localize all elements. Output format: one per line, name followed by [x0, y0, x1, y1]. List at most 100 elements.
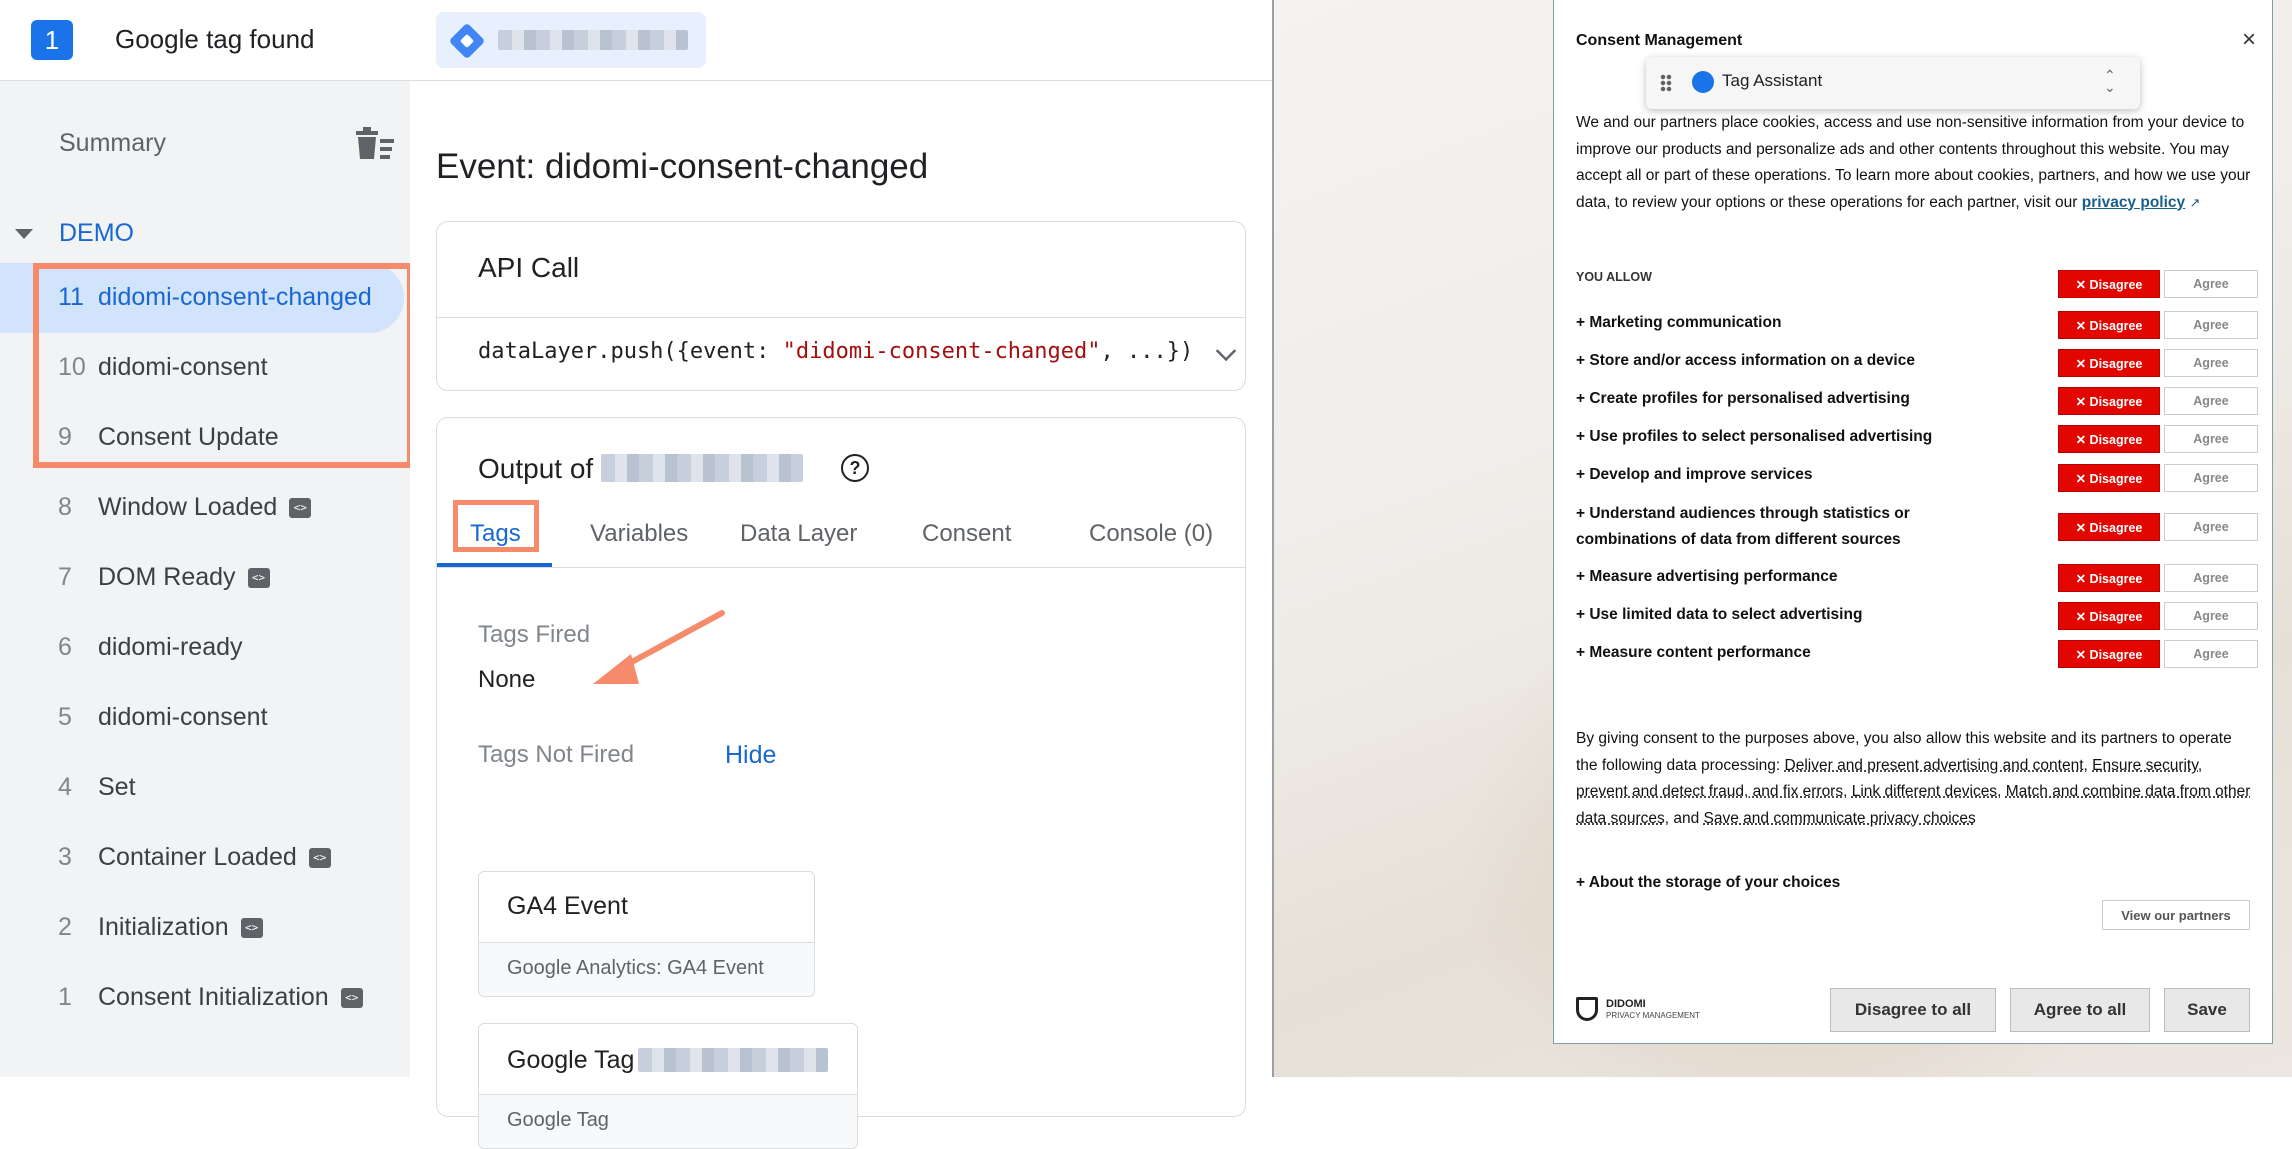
- event-item[interactable]: 8 Window Loaded <>: [0, 473, 410, 543]
- disagree-button[interactable]: ✕ Disagree: [2058, 349, 2160, 377]
- output-card: Output of ? Tags Variables Data Layer Co…: [436, 417, 1246, 1149]
- tab-consent[interactable]: Consent: [922, 520, 1011, 548]
- event-name: Initialization: [98, 913, 229, 941]
- container-chip[interactable]: [436, 12, 706, 68]
- agree-button[interactable]: Agree: [2164, 270, 2258, 298]
- disagree-button[interactable]: ✕ Disagree: [2058, 602, 2160, 630]
- expand-collapse-icon[interactable]: ⌃ ⌄: [2104, 68, 2116, 94]
- storage-toggle[interactable]: + About the storage of your choices: [1576, 874, 1840, 892]
- summary-link[interactable]: Summary: [59, 129, 166, 158]
- purpose-item[interactable]: + Marketing communication: [1576, 310, 2056, 336]
- data-processing-link[interactable]: Save and communicate privacy choices: [1704, 810, 1976, 827]
- purpose-item[interactable]: + Use profiles to select personalised ad…: [1576, 424, 2056, 450]
- tag-card-title: GA4 Event: [507, 892, 628, 920]
- sidebar: Summary DEMO 11 didomi-consent-changed 10 d…: [0, 81, 410, 1077]
- agree-button[interactable]: Agree: [2164, 513, 2258, 541]
- didomi-logo: DIDOMI PRIVACY MANAGEMENT: [1576, 995, 1716, 1025]
- event-item[interactable]: 7 DOM Ready <>: [0, 543, 410, 613]
- tag-card-subtitle: Google Analytics: GA4 Event: [479, 942, 814, 996]
- view-partners-button[interactable]: View our partners: [2102, 900, 2250, 930]
- chevron-down-icon[interactable]: [1215, 340, 1237, 362]
- purpose-item[interactable]: + Store and/or access information on a d…: [1576, 348, 2056, 374]
- disagree-to-all-button[interactable]: Disagree to all: [1830, 988, 1996, 1032]
- disagree-button[interactable]: ✕ Disagree: [2058, 564, 2160, 592]
- redacted-tag-id: [638, 1048, 829, 1072]
- purpose-item[interactable]: + Measure advertising performance: [1576, 564, 2056, 590]
- tab-console[interactable]: Console (0): [1089, 520, 1213, 548]
- data-processing-link[interactable]: Deliver and present advertising and cont…: [1785, 757, 2084, 774]
- purpose-item[interactable]: + Measure content performance: [1576, 640, 2056, 666]
- disagree-button[interactable]: ✕ Disagree: [2058, 513, 2160, 541]
- external-link-icon: ↗: [2189, 194, 2201, 210]
- save-button[interactable]: Save: [2164, 988, 2250, 1032]
- clear-messages-icon[interactable]: [354, 127, 394, 161]
- disagree-button[interactable]: ✕ Disagree: [2058, 464, 2160, 492]
- agree-button[interactable]: Agree: [2164, 349, 2258, 377]
- agree-button[interactable]: Agree: [2164, 387, 2258, 415]
- event-item[interactable]: 6 didomi-ready: [0, 613, 410, 683]
- close-icon[interactable]: ×: [2242, 26, 2256, 54]
- top-bar: 1 Google tag found: [0, 0, 1272, 81]
- website-pane: Consent Management × Tag Assistant ⌃ ⌄ We…: [1272, 0, 2292, 1077]
- help-icon[interactable]: ?: [841, 454, 869, 482]
- demo-group[interactable]: DEMO: [0, 215, 410, 255]
- disagree-button[interactable]: ✕ Disagree: [2058, 311, 2160, 339]
- agree-button[interactable]: Agree: [2164, 425, 2258, 453]
- tag-card-ga4-event[interactable]: GA4 Event Google Analytics: GA4 Event: [478, 871, 815, 997]
- event-item[interactable]: 4 Set: [0, 753, 410, 823]
- tag-count-badge[interactable]: 1: [31, 20, 73, 60]
- tag-card-google-tag[interactable]: Google Tag Google Tag: [478, 1023, 858, 1149]
- redacted-container-id: [498, 30, 688, 50]
- agree-button[interactable]: Agree: [2164, 602, 2258, 630]
- agree-button[interactable]: Agree: [2164, 464, 2258, 492]
- privacy-policy-link[interactable]: privacy policy: [2082, 194, 2185, 211]
- hide-link[interactable]: Hide: [725, 741, 776, 770]
- event-name: Consent Initialization: [98, 983, 329, 1011]
- output-label: Output of: [478, 453, 594, 484]
- built-in-event-icon: <>: [308, 848, 331, 869]
- gtm-icon: [448, 22, 486, 60]
- built-in-event-icon: <>: [240, 918, 263, 939]
- api-call-title: API Call: [478, 252, 580, 283]
- tab-data-layer[interactable]: Data Layer: [740, 520, 857, 548]
- divider: [437, 317, 1245, 318]
- event-name: DOM Ready: [98, 563, 236, 591]
- event-number: 1: [58, 983, 72, 1011]
- tab-variables[interactable]: Variables: [590, 520, 688, 548]
- disagree-button[interactable]: ✕ Disagree: [2058, 425, 2160, 453]
- output-title: Output of: [478, 450, 804, 485]
- tag-assistant-badge[interactable]: Tag Assistant ⌃ ⌄: [1646, 57, 2140, 109]
- agree-button[interactable]: Agree: [2164, 640, 2258, 668]
- event-number: 5: [58, 703, 72, 731]
- event-item[interactable]: 2 Initialization <>: [0, 893, 410, 963]
- disagree-button[interactable]: ✕ Disagree: [2058, 270, 2160, 298]
- event-title: Event: didomi-consent-changed: [436, 147, 929, 186]
- purpose-item[interactable]: + Create profiles for personalised adver…: [1576, 386, 2056, 412]
- disagree-button[interactable]: ✕ Disagree: [2058, 640, 2160, 668]
- purpose-item[interactable]: + Understand audiences through statistic…: [1576, 501, 1976, 553]
- demo-group-label: DEMO: [59, 219, 134, 247]
- event-item[interactable]: 5 didomi-consent: [0, 683, 410, 753]
- tags-fired-value: None: [478, 666, 536, 693]
- api-call-code: dataLayer.push({event: "didomi-consent-c…: [478, 339, 1193, 364]
- event-item[interactable]: 3 Container Loaded <>: [0, 823, 410, 893]
- event-item[interactable]: 1 Consent Initialization <>: [0, 963, 410, 1033]
- drag-handle-icon[interactable]: [1660, 74, 1672, 92]
- event-number: 8: [58, 493, 72, 521]
- tag-card-title-text: Google Tag: [507, 1046, 635, 1074]
- active-tab-indicator: [437, 563, 552, 567]
- agree-button[interactable]: Agree: [2164, 564, 2258, 592]
- data-processing-link[interactable]: Link different devices: [1852, 783, 1997, 800]
- didomi-shield-icon: [1576, 997, 1598, 1021]
- tag-assistant-icon: [1687, 66, 1719, 98]
- purpose-item[interactable]: + Develop and improve services: [1576, 462, 2056, 488]
- tag-card-subtitle: Google Tag: [479, 1094, 857, 1148]
- annotation-tab-highlight: [453, 500, 539, 552]
- brand-name: DIDOMI: [1606, 998, 1646, 1010]
- agree-button[interactable]: Agree: [2164, 311, 2258, 339]
- event-name: Window Loaded: [98, 493, 278, 521]
- disagree-button[interactable]: ✕ Disagree: [2058, 387, 2160, 415]
- agree-to-all-button[interactable]: Agree to all: [2010, 988, 2150, 1032]
- event-number: 4: [58, 773, 72, 801]
- purpose-item[interactable]: + Use limited data to select advertising: [1576, 602, 2056, 628]
